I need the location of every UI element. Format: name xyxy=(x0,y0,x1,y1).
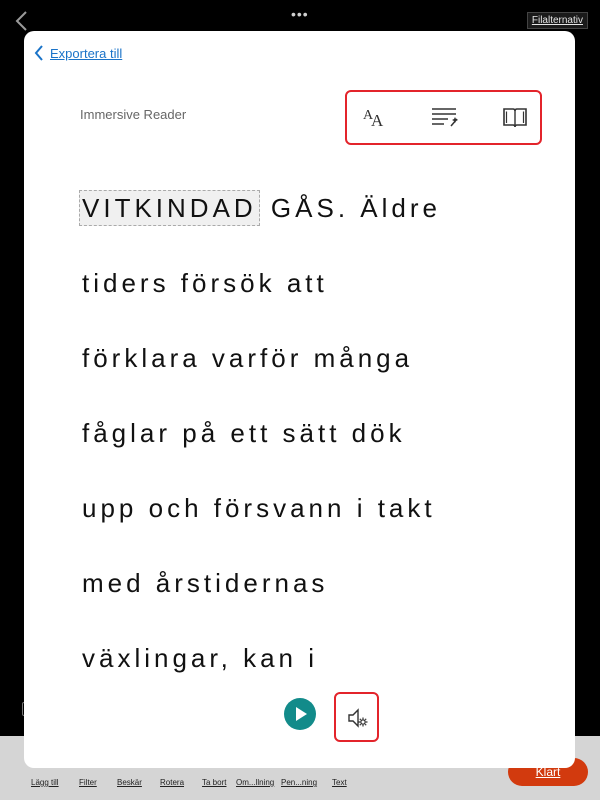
text-line: upp och försvann i takt xyxy=(82,493,436,523)
toolbar-delete[interactable]: Ta bort xyxy=(202,778,226,787)
text-preferences-icon xyxy=(432,108,458,127)
reading-preferences-button[interactable] xyxy=(499,102,531,132)
toolbar-rotate[interactable]: Rotera xyxy=(160,778,184,787)
text-preferences-button[interactable] xyxy=(429,102,461,132)
toolbar-crop[interactable]: Beskär xyxy=(117,778,142,787)
first-line-rest: GÅS. Äldre xyxy=(259,193,441,223)
reading-text: VITKINDAD GÅS. Äldre tiders försök att f… xyxy=(79,171,552,696)
reader-tools-group: A A xyxy=(345,90,542,145)
text-line: med årstidernas xyxy=(82,568,329,598)
text-line: växlingar, kan i xyxy=(82,643,318,673)
text-line: tiders försök att xyxy=(82,268,328,298)
play-icon xyxy=(296,707,307,721)
export-back-label: Exportera till xyxy=(50,45,123,61)
text-line: fåglar på ett sätt dök xyxy=(82,418,406,448)
svg-text:A: A xyxy=(371,111,384,129)
voice-settings-icon xyxy=(348,708,368,728)
back-chevron-icon[interactable] xyxy=(14,10,30,32)
immersive-reader-sheet: Exportera till Immersive Reader A A VITK… xyxy=(24,31,575,768)
more-dots-icon[interactable]: ••• xyxy=(291,6,309,22)
chevron-left-icon xyxy=(34,45,43,61)
toolbar-reorder[interactable]: Om...llning xyxy=(236,778,274,787)
text-line: förklara varför många xyxy=(82,343,414,373)
text-size-button[interactable]: A A xyxy=(359,102,391,132)
toolbar-add[interactable]: Lägg till xyxy=(31,778,59,787)
reading-preferences-icon xyxy=(503,108,527,128)
reader-title: Immersive Reader xyxy=(80,107,187,122)
export-back-button[interactable]: Exportera till xyxy=(34,45,122,61)
play-button[interactable] xyxy=(284,698,316,730)
voice-settings-button[interactable] xyxy=(334,692,379,742)
file-options-button[interactable]: Filalternativ xyxy=(526,12,588,29)
toolbar-pen[interactable]: Pen...ning xyxy=(281,778,317,787)
highlighted-word[interactable]: VITKINDAD xyxy=(79,190,260,226)
toolbar-filter[interactable]: Filter xyxy=(79,778,97,787)
toolbar-text[interactable]: Text xyxy=(332,778,347,787)
text-line: VITKINDAD GÅS. Äldre xyxy=(79,171,552,246)
text-size-icon: A A xyxy=(363,108,384,129)
